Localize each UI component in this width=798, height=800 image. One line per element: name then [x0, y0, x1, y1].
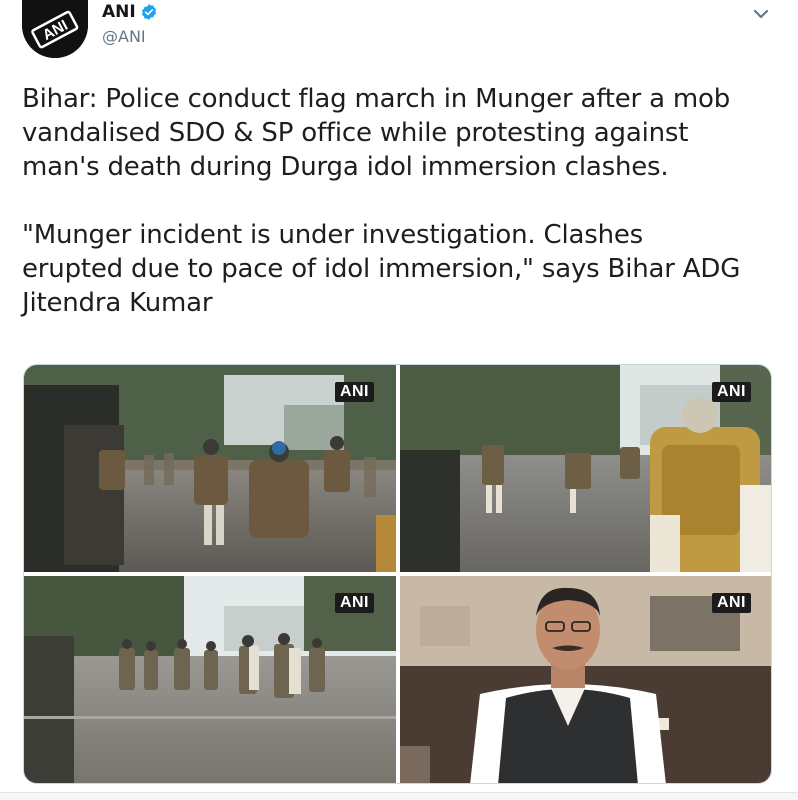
next-tweet-divider	[0, 792, 798, 800]
photo-flag-march-3[interactable]: ANI	[24, 576, 396, 783]
tweet-text: Bihar: Police conduct flag march in Mung…	[22, 82, 782, 320]
photo-flag-march-2[interactable]: ANI	[400, 365, 771, 572]
ani-watermark: ANI	[334, 382, 374, 402]
tweet-paragraph-2: "Munger incident is under investigation.…	[22, 220, 741, 318]
media-grid: ANI ANI ANI ANI	[23, 364, 772, 784]
author-handle[interactable]: @ANI	[102, 27, 146, 46]
author-avatar[interactable]: ANI	[22, 0, 88, 58]
author-display-name[interactable]: ANI	[102, 2, 136, 22]
chevron-down-icon[interactable]	[746, 2, 776, 26]
photo-flag-march-1[interactable]: ANI	[24, 365, 396, 572]
tweet-paragraph-1: Bihar: Police conduct flag march in Mung…	[22, 84, 731, 182]
ani-watermark: ANI	[711, 382, 751, 402]
tweet-card: ANI ANI @ANI Bihar: Police conduct flag …	[0, 0, 798, 800]
ani-logo-icon: ANI	[22, 0, 88, 58]
ani-watermark: ANI	[334, 593, 374, 613]
ani-watermark: ANI	[711, 593, 751, 613]
verified-badge-icon	[141, 4, 157, 20]
photo-adg-statement[interactable]: ANI	[400, 576, 771, 783]
